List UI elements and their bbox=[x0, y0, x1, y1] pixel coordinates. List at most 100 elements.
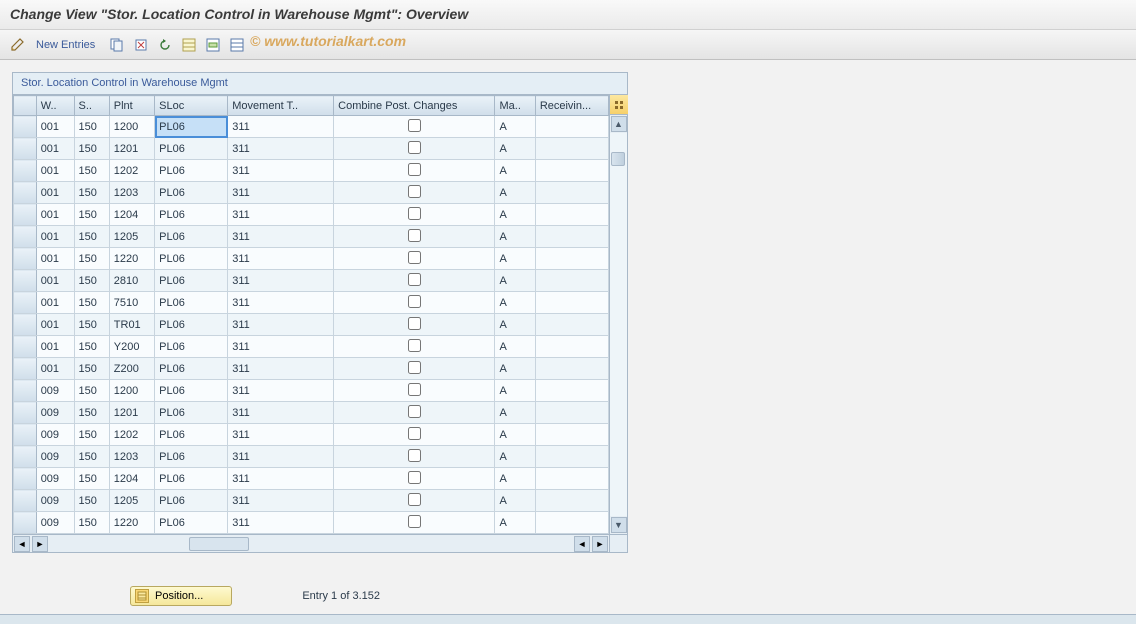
cell-receiving[interactable] bbox=[535, 468, 608, 490]
cell-ma[interactable]: A bbox=[495, 358, 535, 380]
select-all-icon[interactable] bbox=[179, 35, 199, 55]
cell-ma[interactable]: A bbox=[495, 490, 535, 512]
cell-receiving[interactable] bbox=[535, 358, 608, 380]
cell-w[interactable]: 009 bbox=[36, 402, 74, 424]
combine-checkbox[interactable] bbox=[408, 471, 421, 484]
cell-w[interactable]: 001 bbox=[36, 336, 74, 358]
combine-checkbox[interactable] bbox=[408, 317, 421, 330]
deselect-all-icon[interactable] bbox=[227, 35, 247, 55]
row-selector[interactable] bbox=[14, 424, 37, 446]
cell-w[interactable]: 009 bbox=[36, 468, 74, 490]
cell-sloc[interactable]: PL06 bbox=[155, 446, 228, 468]
row-selector[interactable] bbox=[14, 402, 37, 424]
cell-movement[interactable]: 311 bbox=[228, 204, 334, 226]
cell-w[interactable]: 001 bbox=[36, 160, 74, 182]
cell-combine[interactable] bbox=[334, 182, 495, 204]
cell-plnt[interactable]: 1203 bbox=[109, 182, 154, 204]
table-row[interactable]: 0091501205PL06311A bbox=[14, 490, 609, 512]
cell-plnt[interactable]: 1201 bbox=[109, 402, 154, 424]
cell-movement[interactable]: 311 bbox=[228, 424, 334, 446]
row-selector[interactable] bbox=[14, 468, 37, 490]
table-row[interactable]: 0011501200PL06311A bbox=[14, 116, 609, 138]
cell-combine[interactable] bbox=[334, 160, 495, 182]
new-entries-button[interactable]: New Entries bbox=[32, 34, 103, 56]
cell-combine[interactable] bbox=[334, 468, 495, 490]
cell-sloc[interactable]: PL06 bbox=[155, 248, 228, 270]
cell-w[interactable]: 001 bbox=[36, 204, 74, 226]
th-plnt[interactable]: Plnt bbox=[109, 96, 154, 116]
cell-combine[interactable] bbox=[334, 446, 495, 468]
table-row[interactable]: 0011501205PL06311A bbox=[14, 226, 609, 248]
row-selector[interactable] bbox=[14, 512, 37, 534]
cell-receiving[interactable] bbox=[535, 336, 608, 358]
table-row[interactable]: 0011507510PL06311A bbox=[14, 292, 609, 314]
combine-checkbox[interactable] bbox=[408, 207, 421, 220]
cell-movement[interactable]: 311 bbox=[228, 512, 334, 534]
cell-movement[interactable]: 311 bbox=[228, 182, 334, 204]
cell-sloc[interactable]: PL06 bbox=[155, 468, 228, 490]
cell-receiving[interactable] bbox=[535, 314, 608, 336]
cell-ma[interactable]: A bbox=[495, 292, 535, 314]
row-selector[interactable] bbox=[14, 138, 37, 160]
cell-receiving[interactable] bbox=[535, 402, 608, 424]
combine-checkbox[interactable] bbox=[408, 339, 421, 352]
cell-combine[interactable] bbox=[334, 292, 495, 314]
th-movement[interactable]: Movement T.. bbox=[228, 96, 334, 116]
cell-plnt[interactable]: 1200 bbox=[109, 116, 154, 138]
cell-movement[interactable]: 311 bbox=[228, 314, 334, 336]
cell-ma[interactable]: A bbox=[495, 424, 535, 446]
cell-w[interactable]: 001 bbox=[36, 226, 74, 248]
cell-s[interactable]: 150 bbox=[74, 248, 109, 270]
row-selector[interactable] bbox=[14, 248, 37, 270]
h-scroll-right-icon[interactable]: ► bbox=[32, 536, 48, 552]
cell-movement[interactable]: 311 bbox=[228, 160, 334, 182]
cell-sloc[interactable]: PL06 bbox=[155, 270, 228, 292]
cell-plnt[interactable]: 1200 bbox=[109, 380, 154, 402]
h-scroll-thumb[interactable] bbox=[189, 537, 249, 551]
cell-movement[interactable]: 311 bbox=[228, 270, 334, 292]
table-row[interactable]: 001150Z200PL06311A bbox=[14, 358, 609, 380]
cell-sloc[interactable]: PL06 bbox=[155, 512, 228, 534]
cell-movement[interactable]: 311 bbox=[228, 446, 334, 468]
combine-checkbox[interactable] bbox=[408, 405, 421, 418]
cell-plnt[interactable]: 1205 bbox=[109, 490, 154, 512]
cell-receiving[interactable] bbox=[535, 270, 608, 292]
cell-ma[interactable]: A bbox=[495, 446, 535, 468]
th-ma[interactable]: Ma.. bbox=[495, 96, 535, 116]
table-row[interactable]: 0091501203PL06311A bbox=[14, 446, 609, 468]
cell-ma[interactable]: A bbox=[495, 226, 535, 248]
v-scroll-track[interactable] bbox=[610, 133, 627, 516]
cell-receiving[interactable] bbox=[535, 512, 608, 534]
cell-sloc[interactable]: PL06 bbox=[155, 424, 228, 446]
cell-combine[interactable] bbox=[334, 380, 495, 402]
cell-sloc[interactable]: PL06 bbox=[155, 490, 228, 512]
th-receiving[interactable]: Receivin... bbox=[535, 96, 608, 116]
cell-plnt[interactable]: 1202 bbox=[109, 424, 154, 446]
cell-s[interactable]: 150 bbox=[74, 292, 109, 314]
position-button[interactable]: Position... bbox=[130, 586, 232, 606]
cell-w[interactable]: 001 bbox=[36, 248, 74, 270]
cell-plnt[interactable]: 1202 bbox=[109, 160, 154, 182]
cell-combine[interactable] bbox=[334, 402, 495, 424]
cell-movement[interactable]: 311 bbox=[228, 468, 334, 490]
cell-combine[interactable] bbox=[334, 512, 495, 534]
cell-w[interactable]: 009 bbox=[36, 512, 74, 534]
th-w[interactable]: W.. bbox=[36, 96, 74, 116]
cell-receiving[interactable] bbox=[535, 248, 608, 270]
delete-icon[interactable] bbox=[131, 35, 151, 55]
cell-ma[interactable]: A bbox=[495, 204, 535, 226]
th-selector[interactable] bbox=[14, 96, 37, 116]
table-row[interactable]: 0011501201PL06311A bbox=[14, 138, 609, 160]
combine-checkbox[interactable] bbox=[408, 515, 421, 528]
cell-movement[interactable]: 311 bbox=[228, 248, 334, 270]
cell-sloc[interactable]: PL06 bbox=[155, 358, 228, 380]
cell-sloc[interactable]: PL06 bbox=[155, 292, 228, 314]
table-row[interactable]: 0091501202PL06311A bbox=[14, 424, 609, 446]
h-scroll-right2-icon[interactable]: ► bbox=[592, 536, 608, 552]
cell-receiving[interactable] bbox=[535, 380, 608, 402]
cell-receiving[interactable] bbox=[535, 204, 608, 226]
v-scroll-down-icon[interactable]: ▼ bbox=[611, 517, 627, 533]
cell-ma[interactable]: A bbox=[495, 512, 535, 534]
cell-plnt[interactable]: 1203 bbox=[109, 446, 154, 468]
cell-w[interactable]: 001 bbox=[36, 182, 74, 204]
